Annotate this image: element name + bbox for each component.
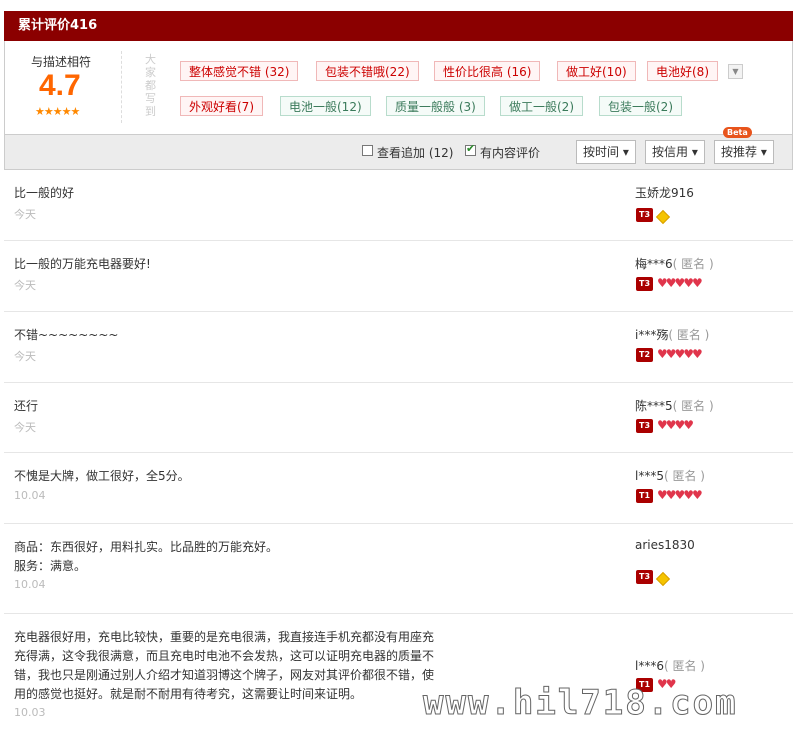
review-row: 不愧是大牌，做工很好，全5分。 10.04 l***5( 匿名 ) T1 ♥♥♥… — [4, 453, 793, 524]
rating-score: 4.7 — [39, 69, 81, 102]
tmall-level-badge: T3 — [636, 208, 653, 222]
reviewer-id: aries1830 — [635, 538, 695, 552]
tmall-level-badge: T2 — [636, 348, 653, 362]
anonymous-tag: ( 匿名 ) — [663, 469, 705, 483]
show-additional-label[interactable]: 查看追加 (12) — [377, 144, 453, 161]
reviewer-name[interactable]: 玉娇龙916 — [635, 184, 694, 201]
tag-item[interactable]: 包装一般(2) — [599, 96, 682, 116]
review-content: 比一般的万能充电器要好! — [14, 255, 444, 274]
anonymous-tag: ( 匿名 ) — [672, 399, 714, 413]
expand-tags-chevron-down-icon[interactable]: ▼ — [728, 64, 743, 79]
sort-by-credit-button[interactable]: 按信用 ▾ — [645, 140, 705, 164]
reviewer-name[interactable]: 梅***6( 匿名 ) — [635, 255, 714, 272]
reviewer-id: l***6 — [635, 659, 664, 673]
credit-diamond-icon — [655, 209, 671, 225]
tag-item[interactable]: 电池好(8) — [647, 61, 718, 81]
review-text-line: 不愧是大牌，做工很好，全5分。 — [14, 469, 190, 483]
tag-item[interactable]: 电池一般(12) — [280, 96, 371, 116]
rating-label: 与描述相符 — [31, 55, 92, 69]
credit-diamond-icon — [655, 571, 671, 587]
review-text-line: 比一般的好 — [14, 186, 75, 200]
reviewer-name[interactable]: 陈***5( 匿名 ) — [635, 397, 714, 414]
tmall-level-badge: T1 — [636, 489, 653, 503]
sort-by-recommend-label: 按推荐 — [721, 145, 758, 159]
reviewer-name[interactable]: l***6( 匿名 ) — [635, 657, 705, 674]
sort-by-time-label: 按时间 — [583, 145, 620, 159]
review-row: 比一般的好 今天 玉娇龙916 T3 — [4, 170, 793, 241]
review-content: 商品：东西很好，用料扎实。比品胜的万能充好。 服务：满意。 — [14, 538, 444, 576]
review-text-line: 充得满，这令我很满意，而且充电时电池不会发热，这可以证明充电器的质量不 — [14, 649, 435, 663]
tmall-level-badge: T3 — [636, 277, 653, 291]
tag-item[interactable]: 性价比很高 (16) — [434, 61, 541, 81]
reviewer-id: 玉娇龙916 — [635, 186, 694, 200]
review-date: 10.03 — [14, 706, 46, 719]
rating-stars-icon: ★★★★★ — [35, 105, 80, 118]
reviewer-id: i***殇 — [635, 328, 669, 342]
reviewer-name[interactable]: l***5( 匿名 ) — [635, 467, 705, 484]
anonymous-tag: ( 匿名 ) — [663, 659, 705, 673]
tag-item[interactable]: 整体感觉不错 (32) — [180, 61, 299, 81]
reviews-header: 累计评价416 — [4, 11, 793, 41]
review-row: 还行 今天 陈***5( 匿名 ) T3 ♥♥♥♥ — [4, 383, 793, 453]
credit-hearts-icon: ♥♥♥♥♥ — [657, 488, 703, 502]
tmall-level-badge: T3 — [636, 419, 653, 433]
divider — [121, 51, 123, 123]
review-row: 比一般的万能充电器要好! 今天 梅***6( 匿名 ) T3 ♥♥♥♥♥ — [4, 241, 793, 312]
review-date: 今天 — [14, 421, 36, 434]
tag-item[interactable]: 做工好(10) — [557, 61, 636, 81]
review-text-line: 错，我也只是刚通过别人介绍才知道羽博这个牌子，网友对其评价都很不错，使 — [14, 668, 435, 682]
review-row: 商品：东西很好，用料扎实。比品胜的万能充好。 服务：满意。 10.04 arie… — [4, 524, 793, 614]
review-text-line: 比一般的万能充电器要好! — [14, 257, 151, 271]
review-content: 充电器很好用，充电比较快，重要的是充电很满，我直接连手机充都没有用座充 充得满，… — [14, 628, 444, 704]
checkmark-icon: ✔ — [466, 142, 476, 155]
review-date: 今天 — [14, 208, 36, 221]
review-content: 还行 — [14, 397, 444, 416]
review-content: 不错~~~~~~~~ — [14, 326, 444, 345]
tag-item[interactable]: 外观好看(7) — [180, 96, 263, 116]
tag-item[interactable]: 做工一般(2) — [500, 96, 583, 116]
tmall-level-badge: T3 — [636, 570, 653, 584]
credit-hearts-icon: ♥♥♥♥♥ — [657, 276, 703, 290]
tag-item[interactable]: 质量一般般 (3) — [386, 96, 485, 116]
site-watermark: www.hil718.com — [423, 683, 738, 724]
anonymous-tag: ( 匿名 ) — [672, 257, 714, 271]
reviewer-name[interactable]: i***殇( 匿名 ) — [635, 326, 709, 343]
show-additional-checkbox[interactable] — [362, 145, 373, 156]
reviewer-id: l***5 — [635, 469, 664, 483]
sort-by-recommend-button[interactable]: 按推荐 ▾ — [714, 140, 774, 164]
has-content-checkbox[interactable]: ✔ — [465, 142, 476, 156]
credit-hearts-icon: ♥♥♥♥ — [657, 418, 694, 432]
tag-item[interactable]: 包装不错哦(22) — [316, 61, 419, 81]
reviewer-name[interactable]: aries1830 — [635, 538, 695, 552]
sort-by-credit-label: 按信用 — [652, 145, 689, 159]
sort-by-time-button[interactable]: 按时间 ▾ — [576, 140, 636, 164]
reviewer-id: 梅***6 — [635, 257, 673, 271]
review-text-line: 商品：东西很好，用料扎实。比品胜的万能充好。 — [14, 540, 279, 554]
reviewer-id: 陈***5 — [635, 399, 673, 413]
review-date: 10.04 — [14, 578, 46, 591]
review-text-line: 不错~~~~~~~~ — [14, 328, 119, 342]
review-content: 不愧是大牌，做工很好，全5分。 — [14, 467, 444, 486]
review-date: 今天 — [14, 279, 36, 292]
beta-badge: Beta — [723, 127, 752, 138]
review-text-line: 用的感觉也挺好。就是耐不耐用有待考究，这需要让时间来证明。 — [14, 687, 363, 701]
credit-hearts-icon: ♥♥♥♥♥ — [657, 347, 703, 361]
reviews-total-title: 累计评价416 — [18, 18, 98, 33]
filter-sort-toolbar: 查看追加 (12) ✔ 有内容评价 按时间 ▾ 按信用 ▾ 按推荐 ▾ Beta — [4, 127, 793, 170]
has-content-label[interactable]: 有内容评价 — [480, 144, 540, 161]
review-content: 比一般的好 — [14, 184, 444, 203]
review-text-line: 服务：满意。 — [14, 559, 87, 573]
review-row: 不错~~~~~~~~ 今天 i***殇( 匿名 ) T2 ♥♥♥♥♥ — [4, 312, 793, 383]
anonymous-tag: ( 匿名 ) — [668, 328, 710, 342]
review-date: 10.04 — [14, 489, 46, 502]
review-text-line: 还行 — [14, 399, 39, 413]
review-date: 今天 — [14, 350, 36, 363]
tags-heading: 大家都写到 — [145, 53, 156, 118]
rating-summary-panel: 与描述相符 4.7 ★★★★★ 大家都写到 整体感觉不错 (32) 包装不错哦(… — [4, 41, 793, 135]
review-text-line: 充电器很好用，充电比较快，重要的是充电很满，我直接连手机充都没有用座充 — [14, 630, 435, 644]
